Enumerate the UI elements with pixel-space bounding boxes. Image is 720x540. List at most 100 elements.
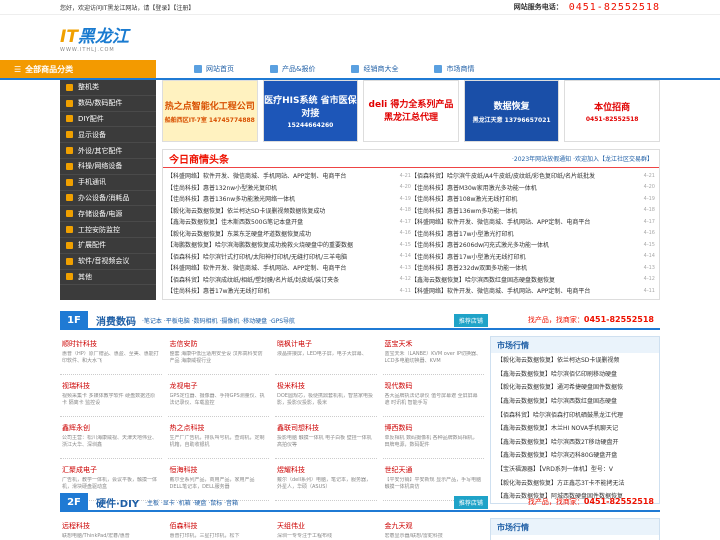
floor-1-subcategories[interactable]: ·笔记本 ·平板电脑 ·数码相机 ·摄像机 ·移动硬盘 ·GPS导航 [142, 316, 454, 325]
shop-card[interactable]: 现代数码 各大品牌执法记录仪 值号屏幕遮 全屏屏幕遮 时讯机 智能手写 [382, 378, 484, 417]
market-item[interactable]: 【鑫海云数据恢复】哈尔滨西数2T移动硬盘开 [491, 435, 659, 449]
shop-card[interactable]: 蓝宝天禾 蓝宝天禾（LANBE）KVM over IP切换器、LCD多电脑切换器、… [382, 336, 484, 375]
news-item[interactable]: 【佳尚科技】惠普132nw小型激光复印机 4-20 [167, 182, 411, 194]
shop-name[interactable]: 远程科技 [62, 521, 160, 531]
market-item[interactable]: 【毅化海云数据恢复】方正鑫芯3T卡不能拷无法 [491, 475, 659, 489]
shop-card[interactable]: 晓枫计电子 液晶拼接屏，LED电子屏，电子大屏幕、 [275, 336, 377, 375]
shop-card[interactable]: 极米科技 DOE圆规芯，极便携鼎套机机，智慧家电投影，投影仪投影，极米 [275, 378, 377, 417]
shop-name[interactable]: 煜耀科技 [277, 465, 375, 475]
site-logo[interactable]: IT黑龙江 WWW.ITHLJ.COM [60, 22, 129, 53]
sidebar-item[interactable]: 数码/数码配件 [60, 96, 156, 112]
shop-name[interactable]: 鑫联司想科技 [277, 423, 375, 433]
news-item[interactable]: 【佰森科贸】哈尔滨牛皮纸/A4牛皮纸/皮纹纸/彩色复印纸/名片纸批发 4-21 [411, 170, 655, 182]
news-item[interactable]: 【佰森科技】哈尔滨针式打印机/太阳神打印机/无缝打印机/三羊电脑 4-14 [167, 251, 411, 263]
shop-card[interactable]: 视瑞科技 视频采集卡 多媒体教学软件 硬盘数据还原卡 隔离卡 监控设 [60, 378, 162, 417]
shop-name[interactable]: 热之点科技 [170, 423, 268, 433]
news-item[interactable]: 【鑫海云数据恢复】佳木斯西数500G笔记本盘开盘 4-17 [167, 216, 411, 228]
sidebar-item[interactable]: 外设/其它配件 [60, 143, 156, 159]
sidebar-item[interactable]: 科操/网络设备 [60, 159, 156, 175]
nav-products[interactable]: 产品&报价 [270, 64, 315, 74]
nav-home[interactable]: 网站首页 [194, 64, 234, 74]
news-item[interactable]: 【毅化海云数据恢复】依兰柯达SD卡误删视频数据恢复成功 4-18 [167, 205, 411, 217]
news-item[interactable]: 【佳尚科技】惠普17w小型激光无线打印机 4-14 [411, 251, 655, 263]
shop-name[interactable]: 顺时针科技 [62, 339, 160, 349]
shop-name[interactable]: 极米科技 [277, 381, 375, 391]
shop-name[interactable]: 金九天观 [385, 521, 483, 531]
floor-1-recommend-badge[interactable]: 推荐店铺 [453, 313, 488, 327]
shop-name[interactable]: 世纪天通 [385, 465, 483, 475]
shop-name[interactable]: 天组伟业 [277, 521, 375, 531]
banner-ad[interactable]: 本位招商 0451-82552518 [564, 80, 660, 142]
news-item[interactable]: 【佳尚科技】惠普136wm多功能一体机 4-18 [411, 205, 655, 217]
news-item[interactable]: 【佳尚科技】惠普108w激光无线打印机 4-19 [411, 193, 655, 205]
market-item[interactable]: 【鑫海云数据恢复】哈尔滨佰亿印刷移动硬盘 [491, 367, 659, 381]
nav-market[interactable]: 市场商情 [434, 64, 474, 74]
shop-name[interactable]: 志信安防 [170, 339, 268, 349]
sidebar-item[interactable]: 整机类 [60, 80, 156, 96]
news-item[interactable]: 【科盛网络】软件开发、微信商城、手机网站、APP定制、电商平台 4-21 [167, 170, 411, 182]
news-item[interactable]: 【毅化海云数据恢复】东莱东芝硬盘坏道数据恢复成功 4-16 [167, 228, 411, 240]
news-item[interactable]: 【海鹏数据恢复】哈尔滨海鹏数据恢复成功挽救火烧硬盘中的重要数据 4-15 [167, 239, 411, 251]
shop-card[interactable]: 龙视电子 GPS定位器、摄像器、手持GPS测量仪、执法记录仪、车载监控 [167, 378, 269, 417]
market-item[interactable]: 【鑫海云数据恢复】木兰HI NOVA手机聊天记 [491, 421, 659, 435]
news-item[interactable]: 【佳尚科技】惠普17w激光无线打印机 4-11 [167, 285, 411, 297]
shop-name[interactable]: 现代数码 [385, 381, 483, 391]
shop-name[interactable]: 佰森科技 [170, 521, 268, 531]
banner-ad[interactable]: deli 得力全系列产品 黑龙江总代理 [363, 80, 459, 142]
news-item[interactable]: 【鑫海云数据恢复】哈尔滨西数红盘固态硬盘数据恢复 4-12 [411, 274, 655, 286]
shop-card[interactable]: 博西数码 单反相机 数码摄像机 各种品牌数码相机，田牌电源，数码配件 [382, 420, 484, 459]
shop-card[interactable]: 鑫联司想科技 投影电脑 触摸一体机 电子白板 壁挂一体机 高拍仪等 [275, 420, 377, 459]
market-item[interactable]: 【鑫海云数据恢复】哈尔滨迈科80G硬盘开盘 [491, 448, 659, 462]
shop-card[interactable]: 热之点科技 生产厂广告机，排队叫号机，查询机，定制机箱，自助收银机 [167, 420, 269, 459]
shop-name[interactable]: 龙视电子 [170, 381, 268, 391]
sidebar-item[interactable]: 扩展配件 [60, 238, 156, 254]
nav-dealers[interactable]: 经销商大全 [351, 64, 398, 74]
shop-name[interactable]: 晓枫计电子 [277, 339, 375, 349]
shop-name[interactable]: 博西数码 [385, 423, 483, 433]
shop-card[interactable]: 佰森科技 惠普打印机，三星打印机，松下 [168, 518, 270, 540]
market-item[interactable]: 【鑫海云数据恢复】哈尔滨西数红盘固态硬盘 [491, 394, 659, 408]
news-item[interactable]: 【科盛网络】软件开发、微信商城、手机网站、APP定制、电商平台 4-11 [411, 285, 655, 297]
shop-card[interactable]: 远程科技 联想电脑/ThinkPad/宏碁/惠普 [60, 518, 162, 540]
news-item[interactable]: 【佳尚科技】惠普136nw多功能激光网络一体机 4-19 [167, 193, 411, 205]
sidebar-item[interactable]: 存储设备/电源 [60, 206, 156, 223]
news-item[interactable]: 【科盛网络】软件开发、微信商城、手机网站、APP定制、电商平台 4-17 [411, 216, 655, 228]
floor-2-title[interactable]: 硬件·DIY [96, 495, 139, 510]
market-item[interactable]: 【毅化海云数据恢复】依兰柯达SD卡误删视频 [491, 353, 659, 367]
shop-card[interactable]: 顺时针科技 惠普（HP）原厂赠品、惠盈、至美、惠能打印软件、和大水飞 [60, 336, 162, 375]
sidebar-item[interactable]: 办公设备/消耗品 [60, 191, 156, 207]
news-item[interactable]: 【佳尚科技】惠普2606dw闪充式激光多功能一体机 4-15 [411, 239, 655, 251]
market-item[interactable]: 【宝沃福源器】【VRD系列一体机】型号：V [491, 462, 659, 476]
shop-card[interactable]: 鑫辉永创 公司主营：松川海康威视、天津天地伟业、浙江大华、深圳鑫 [60, 420, 162, 459]
news-item[interactable]: 【科盛网络】软件开发、微信商城、手机网站、APP定制、电商平台 4-13 [167, 262, 411, 274]
news-item[interactable]: 【佳尚科技】惠普232dw双面多功能一体机 4-13 [411, 262, 655, 274]
market-item[interactable]: 【佰森科贸】哈尔滨佰森打印机硒鼓黑龙江代理 [491, 407, 659, 421]
sidebar-item[interactable]: 显示设备 [60, 127, 156, 144]
news-item[interactable]: 【佰森科贸】哈尔滨成纹纸/相纸/塑封膜/名片纸/封皮纸/装订夹条 4-12 [167, 274, 411, 286]
news-item[interactable]: 【佳尚科技】惠普17w小型激光打印机 4-16 [411, 228, 655, 240]
floor-1-title[interactable]: 消费数码 [96, 313, 136, 328]
news-notice[interactable]: ·2023年网站放假通知 ·欢迎加入【龙江社区交易群】 [512, 154, 653, 163]
banner-ad[interactable]: 热之点智能化工程公司 船舶西区IT-7室 14745774888 [162, 80, 258, 142]
shop-name[interactable]: 视瑞科技 [62, 381, 160, 391]
banner-ad[interactable]: 医疗HIS系统 省市医保对接 15244664260 [262, 80, 359, 142]
category-menu-button[interactable]: ☰ 全部商品分类 [0, 60, 156, 78]
welcome-text[interactable]: 您好，欢迎访问IT黑龙江网站，请【登录】【注册】 [60, 3, 194, 12]
floor-2-recommend-badge[interactable]: 推荐店铺 [453, 495, 488, 509]
floor-2-subcategories[interactable]: ·主板 ·显卡 ·机箱 ·硬盘 ·鼠标 ·音箱 [145, 498, 454, 507]
shop-name[interactable]: 蓝宝天禾 [385, 339, 483, 349]
banner-ad[interactable]: 数据恢复 黑龙江天意 13796657021 [463, 80, 560, 142]
shop-name[interactable]: 鑫辉永创 [62, 423, 160, 433]
shop-card[interactable]: 金九天观 宏碁显示器/联想/雷蛇科技 [383, 518, 485, 540]
shop-name[interactable]: 汇聚成电子 [62, 465, 160, 475]
sidebar-item[interactable]: 手机通讯 [60, 175, 156, 191]
news-item[interactable]: 【佳尚科技】惠普M30w家用激光多功能一体机 4-20 [411, 182, 655, 194]
sidebar-item[interactable]: 软件/音视频会议 [60, 254, 156, 270]
shop-card[interactable]: 天组伟业 深圳一专专注于工程布线 [275, 518, 377, 540]
sidebar-item[interactable]: 工控安防监控 [60, 222, 156, 238]
sidebar-item[interactable]: 其他 [60, 270, 156, 286]
shop-name[interactable]: 恒海科技 [170, 465, 268, 475]
market-item[interactable]: 【毅化海云数据恢复】通河希捷硬盘固件数据恢 [491, 380, 659, 394]
sidebar-item[interactable]: DIY配件 [60, 112, 156, 128]
shop-card[interactable]: 志信安防 整套 海康中低压适用安全设 汉邦高科安防产品 海康威视行业 [167, 336, 269, 375]
